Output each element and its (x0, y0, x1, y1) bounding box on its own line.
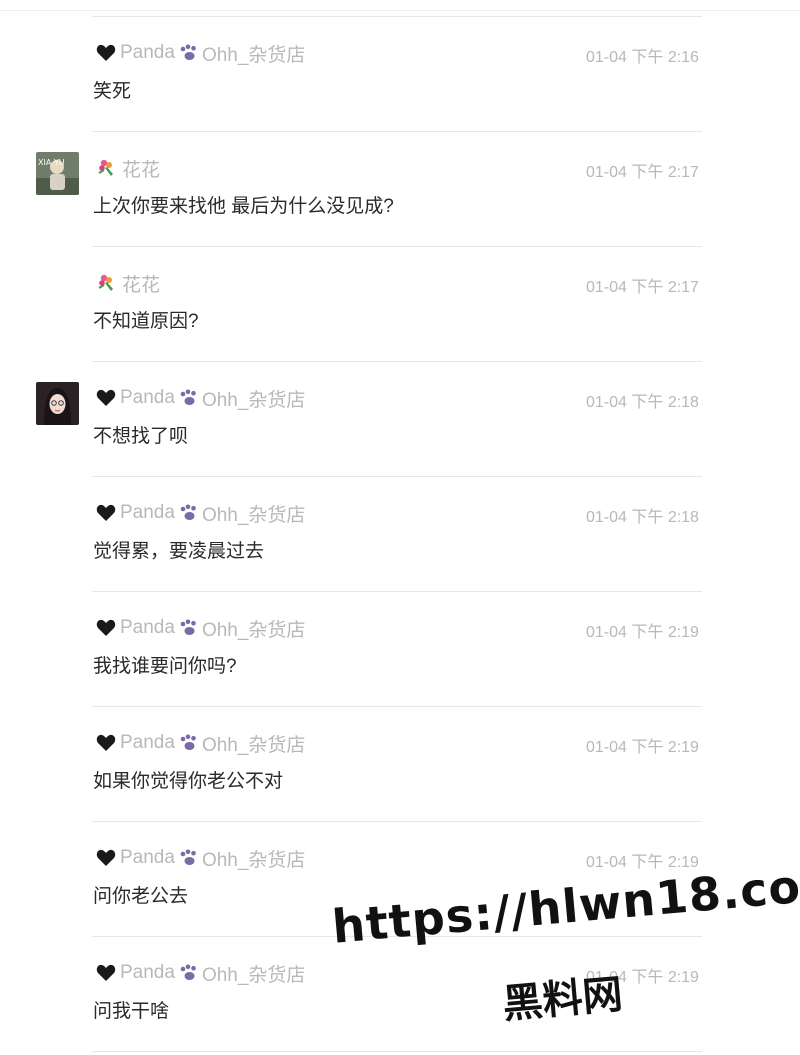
black-heart-icon (96, 389, 116, 407)
watermark: https://hlwn18.com 黑料网 (330, 855, 800, 1040)
sender-name-label: 花花 (122, 159, 161, 181)
paw-icon (179, 504, 199, 522)
sender-name-left: Panda (120, 617, 175, 638)
message-text: 不想找了呗 (93, 426, 189, 447)
message-time: 01-04 下午 2:17 (586, 279, 699, 296)
sender-name: 花花 (96, 156, 161, 181)
message-time: 01-04 下午 2:18 (586, 394, 699, 411)
message-text: 笑死 (93, 81, 132, 102)
message-time: 01-04 下午 2:19 (586, 624, 699, 641)
sender-name: Panda Ohh_杂货店 (96, 41, 306, 66)
message-divider (92, 591, 702, 592)
paw-icon (179, 849, 199, 867)
message-item[interactable]: Panda Ohh_杂货店 01-04 下午 2:19 如果你觉得你老公不对 (0, 706, 800, 821)
sender-name-right: Ohh_杂货店 (201, 964, 306, 986)
avatar[interactable] (36, 382, 79, 425)
sender-name: Panda Ohh_杂货店 (96, 731, 306, 756)
sender-name-left: Panda (120, 732, 175, 753)
message-time: 01-04 下午 2:19 (586, 739, 699, 756)
black-heart-icon (96, 619, 116, 637)
message-divider (92, 361, 702, 362)
sender-name: 花花 (96, 271, 161, 296)
sender-name-left: Panda (120, 502, 175, 523)
message-text: 问我干啥 (93, 1001, 170, 1022)
sender-name-left: Panda (120, 387, 175, 408)
avatar[interactable]: XIA YU (36, 152, 79, 195)
sender-name: Panda Ohh_杂货店 (96, 501, 306, 526)
message-divider (92, 16, 702, 17)
message-divider (92, 246, 702, 247)
message-item[interactable]: 花花 01-04 下午 2:17 不知道原因? (0, 246, 800, 361)
chat-history: Panda Ohh_杂货店 01-04 下午 2:16 笑死 XIA YU 花花 (0, 0, 800, 1055)
bouquet-icon (96, 273, 118, 293)
sender-name-right: Ohh_杂货店 (201, 504, 306, 526)
message-time: 01-04 下午 2:17 (586, 164, 699, 181)
paw-icon (179, 389, 199, 407)
message-divider (92, 706, 702, 707)
paw-icon (179, 964, 199, 982)
sender-name-right: Ohh_杂货店 (201, 44, 306, 66)
message-text: 问你老公去 (93, 886, 189, 907)
watermark-name: 黑料网 (500, 971, 625, 1028)
message-time: 01-04 下午 2:16 (586, 49, 699, 66)
message-item[interactable]: XIA YU 花花 01-04 下午 2:17 上次你要来找他 最后为什么没见成… (0, 131, 800, 246)
sender-name: Panda Ohh_杂货店 (96, 386, 306, 411)
message-item[interactable]: Panda Ohh_杂货店 01-04 下午 2:19 我找谁要问你吗? (0, 591, 800, 706)
black-heart-icon (96, 964, 116, 982)
message-divider (92, 476, 702, 477)
bottom-divider (92, 1051, 702, 1052)
sender-name-left: Panda (120, 847, 175, 868)
message-text: 我找谁要问你吗? (93, 656, 237, 677)
message-time: 01-04 下午 2:18 (586, 509, 699, 526)
sender-name: Panda Ohh_杂货店 (96, 616, 306, 641)
message-item[interactable]: Panda Ohh_杂货店 01-04 下午 2:16 笑死 (0, 16, 800, 131)
sender-name: Panda Ohh_杂货店 (96, 961, 306, 986)
sender-name-label: 花花 (122, 274, 161, 296)
paw-icon (179, 44, 199, 62)
message-text: 不知道原因? (93, 311, 199, 332)
message-divider (92, 821, 702, 822)
bouquet-icon (96, 158, 118, 178)
message-text: 如果你觉得你老公不对 (93, 771, 284, 792)
black-heart-icon (96, 849, 116, 867)
sender-name-right: Ohh_杂货店 (201, 389, 306, 411)
message-divider (92, 131, 702, 132)
sender-name-left: Panda (120, 962, 175, 983)
sender-name-right: Ohh_杂货店 (201, 734, 306, 756)
message-item[interactable]: Panda Ohh_杂货店 01-04 下午 2:18 觉得累，要凌晨过去 (0, 476, 800, 591)
sender-name-right: Ohh_杂货店 (201, 619, 306, 641)
message-text: 上次你要来找他 最后为什么没见成? (93, 196, 394, 217)
message-text: 觉得累，要凌晨过去 (93, 541, 265, 562)
paw-icon (179, 619, 199, 637)
black-heart-icon (96, 504, 116, 522)
message-item[interactable]: Panda Ohh_杂货店 01-04 下午 2:18 不想找了呗 (0, 361, 800, 476)
black-heart-icon (96, 734, 116, 752)
sender-name: Panda Ohh_杂货店 (96, 846, 306, 871)
top-divider (0, 10, 800, 11)
black-heart-icon (96, 44, 116, 62)
sender-name-left: Panda (120, 42, 175, 63)
sender-name-right: Ohh_杂货店 (201, 849, 306, 871)
svg-text:XIA YU: XIA YU (38, 158, 65, 167)
paw-icon (179, 734, 199, 752)
